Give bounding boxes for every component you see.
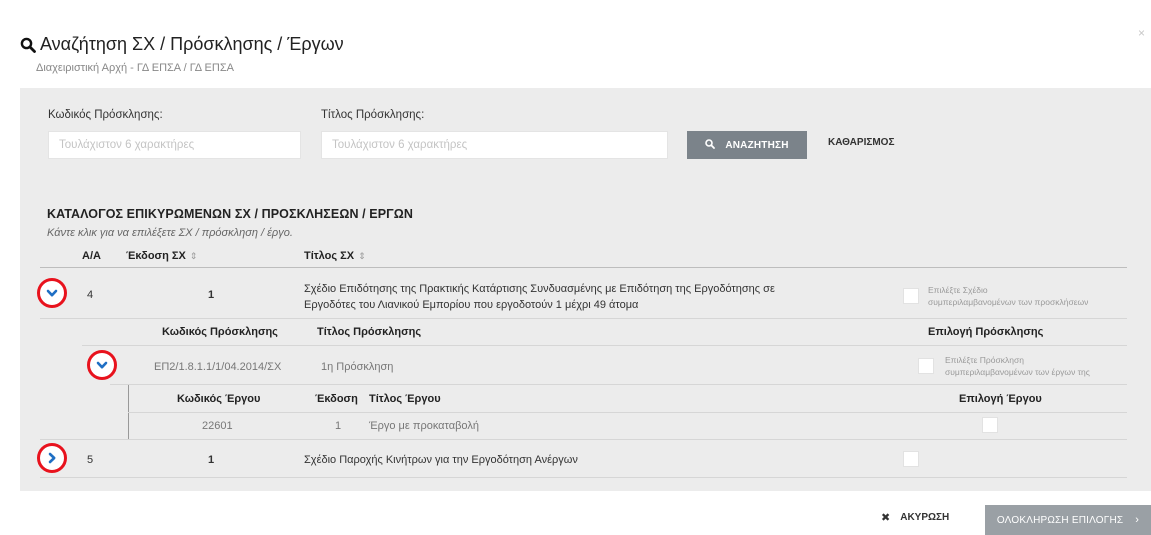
plan-title-line: Σχέδιο Επιδότησης της Πρακτικής Κατάρτισ…: [304, 283, 775, 295]
row-divider: [110, 384, 1127, 385]
modal-body: Κωδικός Πρόσκλησης: Τίτλος Πρόσκλησης: Α…: [20, 88, 1151, 491]
plan-version: 1: [208, 289, 215, 301]
header-divider: [40, 267, 1127, 268]
column-version[interactable]: Έκδοση ΣΧ ⇕: [126, 250, 197, 262]
plan-version: 1: [208, 454, 215, 466]
plan-title: Σχέδιο Παροχής Κινήτρων για την Εργοδότη…: [304, 454, 578, 466]
column-project-select: Επιλογή Έργου: [959, 393, 1042, 405]
collapse-toggle[interactable]: [37, 278, 67, 308]
clear-button[interactable]: ΚΑΘΑΡΙΣΜΟΣ: [828, 137, 894, 148]
modal-header: Αναζήτηση ΣΧ / Πρόσκλησης / Έργων Διαχει…: [0, 0, 1151, 88]
invitation-select-label-line: συμπεριλαμβανομένων των έργων της: [945, 367, 1090, 377]
complete-selection-label: ΟΛΟΚΛΗΡΩΣΗ ΕΠΙΛΟΓΗΣ: [996, 514, 1124, 526]
cancel-button-label: ΑΚΥΡΩΣΗ: [900, 512, 950, 523]
chevron-down-icon: [96, 361, 108, 369]
project-version: 1: [335, 420, 342, 432]
invitation-code-input[interactable]: [48, 131, 301, 159]
plan-select-label-line: Επιλέξτε Σχέδιο: [928, 285, 988, 295]
modal-title-row: Αναζήτηση ΣΧ / Πρόσκλησης / Έργων: [20, 34, 344, 55]
plan-aa: 4: [87, 289, 94, 301]
collapse-toggle[interactable]: [87, 350, 117, 380]
subheader-divider: [128, 412, 1127, 413]
sort-icon[interactable]: ⇕: [358, 251, 366, 262]
column-title[interactable]: Τίτλος ΣΧ ⇕: [304, 250, 366, 262]
column-invitation-select: Επιλογή Πρόσκλησης: [928, 326, 1044, 338]
column-title-label: Τίτλος ΣΧ: [304, 250, 355, 262]
chevron-down-icon: [46, 289, 58, 297]
plan-select-label-line: συμπεριλαμβανομένων των προσκλήσεων: [928, 297, 1089, 307]
column-aa: Α/Α: [82, 250, 101, 262]
search-button-label: ΑΝΑΖΗΤΗΣΗ: [725, 139, 789, 151]
complete-selection-button[interactable]: ΟΛΟΚΛΗΡΩΣΗ ΕΠΙΛΟΓΗΣ ›: [985, 505, 1151, 535]
plan-title-line: Εργοδότες του Λιανικού Εμπορίου που εργο…: [304, 299, 639, 311]
modal-subtitle: Διαχειριστική Αρχή - ΓΔ ΕΠΣΑ / ΓΔ ΕΠΣΑ: [36, 62, 234, 74]
row-divider: [40, 439, 1127, 440]
subheader-divider: [82, 345, 1127, 346]
plan-title: Σχέδιο Επιδότησης της Πρακτικής Κατάρτισ…: [304, 281, 775, 313]
column-project-version: Έκδοση: [315, 393, 358, 405]
chevron-right-icon: [48, 452, 56, 464]
chevron-right-icon: ›: [1135, 514, 1140, 526]
invitation-title-label: Τίτλος Πρόσκλησης:: [321, 109, 425, 121]
cancel-button[interactable]: ✖ ΑΚΥΡΩΣΗ: [881, 511, 949, 524]
plan-select-checkbox[interactable]: [903, 288, 919, 304]
invitation-title: 1η Πρόσκληση: [321, 361, 394, 373]
column-version-label: Έκδοση ΣΧ: [126, 250, 186, 262]
modal-footer: ✖ ΑΚΥΡΩΣΗ ΟΛΟΚΛΗΡΩΣΗ ΕΠΙΛΟΓΗΣ ›: [0, 491, 1151, 535]
invitation-select-label-line: Επιλέξτε Πρόσκληση: [945, 355, 1024, 365]
plan-aa: 5: [87, 454, 94, 466]
row-divider: [40, 477, 1127, 478]
search-button[interactable]: ΑΝΑΖΗΤΗΣΗ: [687, 131, 807, 159]
expand-toggle[interactable]: [37, 443, 67, 473]
search-icon: [20, 37, 36, 53]
row-divider: [40, 318, 1127, 319]
close-icon[interactable]: ×: [1138, 26, 1145, 40]
column-project-code: Κωδικός Έργου: [177, 393, 261, 405]
catalog-hint: Κάντε κλικ για να επιλέξετε ΣΧ / πρόσκλη…: [47, 227, 293, 239]
column-invitation-code: Κωδικός Πρόσκλησης: [162, 326, 278, 338]
sort-icon[interactable]: ⇕: [190, 251, 198, 262]
invitation-select-checkbox[interactable]: [918, 358, 934, 374]
project-code: 22601: [202, 420, 233, 432]
invitation-title-input[interactable]: [321, 131, 668, 159]
plan-select-checkbox[interactable]: [903, 451, 919, 467]
invitation-code: ΕΠ2/1.8.1.1/1/04.2014/ΣΧ: [154, 361, 282, 373]
catalog-title: ΚΑΤΑΛΟΓΟΣ ΕΠΙΚΥΡΩΜΕΝΩΝ ΣΧ / ΠΡΟΣΚΛΗΣΕΩΝ …: [47, 207, 414, 221]
close-icon: ✖: [881, 512, 891, 524]
plan-select-label: Επιλέξτε Σχέδιο συμπεριλαμβανομένων των …: [928, 284, 1088, 308]
column-project-title: Τίτλος Έργου: [369, 393, 441, 405]
invitation-select-label: Επιλέξτε Πρόσκληση συμπεριλαμβανομένων τ…: [945, 354, 1090, 378]
project-title: Έργο με προκαταβολή: [369, 420, 479, 432]
invitation-code-label: Κωδικός Πρόσκλησης:: [48, 109, 163, 121]
project-select-checkbox[interactable]: [982, 417, 998, 433]
search-icon: [705, 138, 725, 152]
modal-title: Αναζήτηση ΣΧ / Πρόσκλησης / Έργων: [40, 34, 344, 54]
column-invitation-title: Τίτλος Πρόσκλησης: [317, 326, 422, 338]
